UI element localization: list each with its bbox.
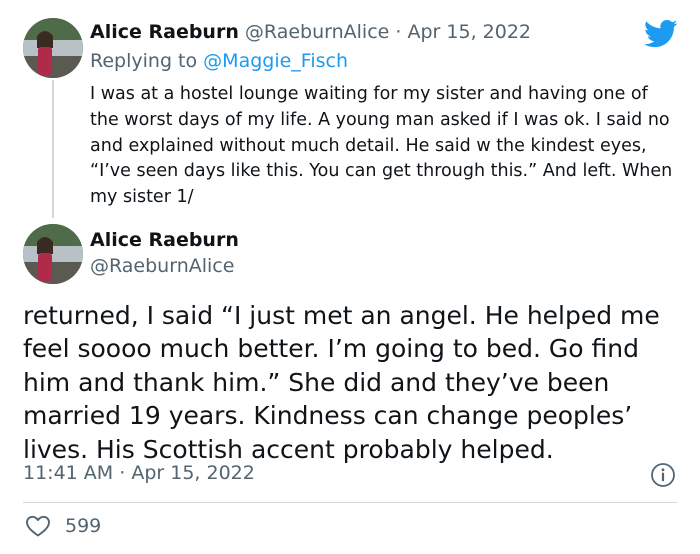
author-name[interactable]: Alice Raeburn [90, 21, 239, 43]
divider [23, 502, 677, 503]
tweet-timestamp: 11:41 AM · Apr 15, 2022 [23, 462, 255, 484]
tweet-date[interactable]: Apr 15, 2022 [131, 462, 255, 484]
avatar[interactable] [23, 224, 83, 284]
reply-context: Replying to @Maggie_Fisch [90, 50, 348, 72]
author-handle[interactable]: @RaeburnAlice [90, 255, 234, 277]
heart-icon[interactable] [25, 514, 51, 538]
author-name[interactable]: Alice Raeburn [90, 229, 239, 251]
separator-dot: · [395, 21, 402, 43]
tweet-text: returned, I said “I just met an angel. H… [23, 301, 660, 464]
info-icon[interactable] [650, 462, 676, 488]
like-count: 599 [65, 515, 102, 537]
separator-dot: · [119, 462, 126, 484]
tweet-date[interactable]: Apr 15, 2022 [407, 21, 531, 43]
twitter-bird-icon[interactable] [644, 19, 678, 49]
avatar-photo [23, 224, 83, 284]
reply-prefix: Replying to [90, 50, 198, 72]
thread-connector [52, 80, 54, 218]
avatar-photo [23, 18, 83, 78]
like-action[interactable]: 599 [25, 514, 101, 538]
tweet-header: Alice Raeburn @RaeburnAlice · Apr 15, 20… [90, 21, 531, 43]
tweet-time[interactable]: 11:41 AM [23, 462, 113, 484]
tweet-text: I was at a hostel lounge waiting for my … [90, 84, 673, 208]
avatar[interactable] [23, 18, 83, 78]
reply-handle-link[interactable]: @Maggie_Fisch [203, 50, 348, 72]
author-handle[interactable]: @RaeburnAlice [245, 21, 389, 43]
